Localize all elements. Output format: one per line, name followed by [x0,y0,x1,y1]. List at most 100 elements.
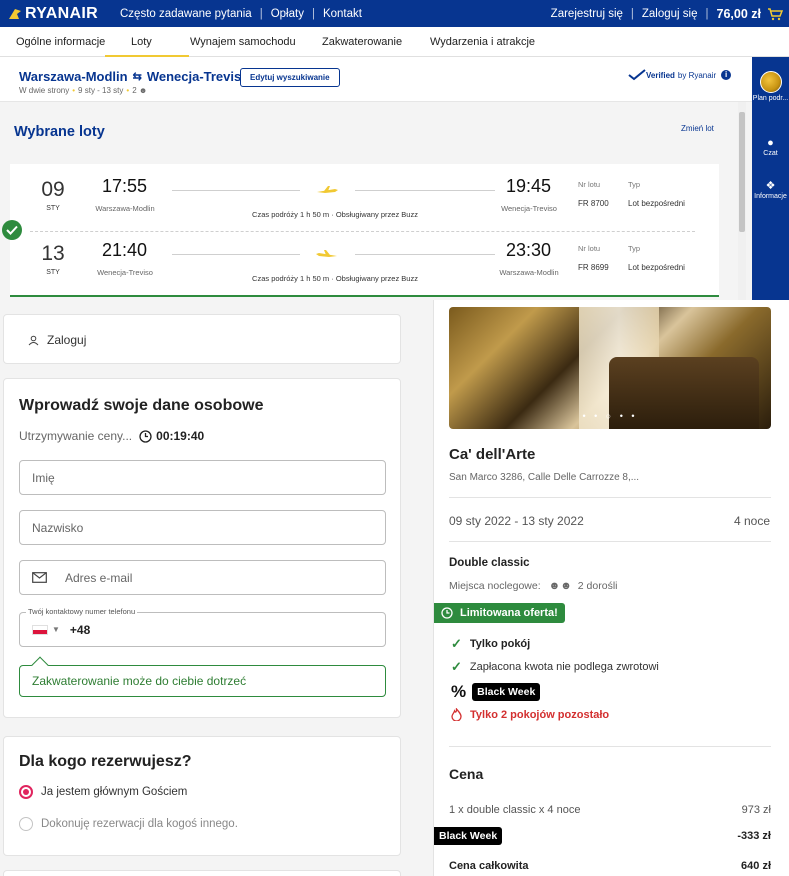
departure-time: 17:55 [102,176,148,196]
hotel-photo[interactable]: • • ○ • • [449,307,771,429]
price-hold-label: Utrzymywanie ceny... [19,429,133,443]
trip-avatar [759,71,782,93]
radio-empty-icon[interactable] [19,817,33,831]
login-panel[interactable]: Zaloguj [3,314,401,364]
accommodation-contact-tip: Zakwaterowanie może do ciebie dotrzeć [19,665,386,697]
departure-time: 21:40 [102,240,148,260]
top-links: Często zadawane pytania | Opłaty | Konta… [120,8,362,20]
divider [449,746,771,747]
arrival-time: 19:45 [506,176,552,196]
scrollbar[interactable] [738,102,746,301]
tab-car-hire[interactable]: Wynajem samochodu [190,36,296,48]
tab-events[interactable]: Wydarzenia i atrakcje [430,36,535,48]
route-line [172,254,300,255]
percent-icon: % [451,682,467,701]
flight-type: Lot bezpośredni [628,263,685,272]
radio-main-guest-label: Ja jestem głównym Gościem [41,786,188,798]
faq-link[interactable]: Często zadawane pytania [120,8,252,20]
trip-plan-button[interactable]: Plan podr... [752,71,789,102]
total-price-line: Cena całkowita 640 zł [449,860,771,872]
selected-check-icon [2,220,22,240]
discount-line: Black Week -333 zł [434,827,771,845]
feature-room-only: ✓ Tylko pokój [451,636,530,652]
chevron-down-icon[interactable]: ▼ [52,625,60,634]
info-icon[interactable]: i [721,70,732,80]
route: Warszawa-Modlin ⇆ Wenecja-Treviso [19,69,249,84]
chat-button[interactable]: ● Czat [752,137,789,157]
poland-flag-icon[interactable] [32,624,48,635]
checkmark-icon: ✓ [451,636,462,651]
flight-type-label: Typ [628,244,641,253]
account-area: Zarejestruj się | Zaloguj się | 76,00 zł [551,7,789,21]
radio-someone-else[interactable]: Dokonuję rezerwacji dla kogoś innego. [19,817,238,831]
top-navigation-bar: RYANAIR Często zadawane pytania | Opłaty… [0,0,789,27]
guests-icon: ☻☻ [548,580,572,592]
first-name-placeholder: Imię [32,470,55,485]
sleeping-places-label: Miejsca noclegowe: [449,580,541,592]
non-refundable-label: Zapłacona kwota nie podlega zwrotowi [469,661,659,673]
booking-for-title: Dla kogo rezerwujesz? [19,753,192,770]
last-name-placeholder: Nazwisko [32,520,84,535]
last-name-input[interactable]: Nazwisko [19,510,386,545]
login-label: Zaloguj [47,333,87,347]
flight-day: 09 [41,178,65,201]
trip-dates: 9 sty - 13 sty [78,86,124,95]
divider: | [630,7,634,20]
side-rail: Plan podr... ● Czat ❖ Informacje [752,57,789,300]
feature-non-refundable: ✓ Zapłacona kwota nie podlega zwrotowi [451,659,659,675]
booking-for-panel: Dla kogo rezerwujesz? Ja jestem głównym … [3,736,401,856]
info-circle-icon: ❖ [765,180,776,192]
tab-flights[interactable]: Loty [131,36,152,48]
price-line: 1 x double classic x 4 noce 973 zł [449,804,771,816]
change-flight-link[interactable]: Zmień lot [681,124,714,133]
room-only-label: Tylko pokój [469,638,531,650]
price-line-value: 973 zł [741,804,771,816]
flight-month: STY [46,205,60,212]
search-summary: Warszawa-Modlin ⇆ Wenecja-Treviso Edytuj… [0,57,752,101]
discount-badge: Black Week [434,827,503,845]
edit-search-button[interactable]: Edytuj wyszukiwanie [240,68,340,87]
phone-prefix: +48 [69,622,91,637]
tab-accommodation[interactable]: Zakwaterowanie [322,36,402,48]
phone-input[interactable]: ▼ +48 [19,612,386,647]
sleeping-places: Miejsca noclegowe: ☻☻ 2 dorośli [449,580,618,592]
separator-dot: • [126,86,130,95]
departure-city: Wenecja-Treviso [97,268,153,277]
contact-link[interactable]: Kontakt [323,8,362,20]
login-row[interactable]: Zaloguj [28,333,86,347]
first-name-input[interactable]: Imię [19,460,386,495]
basket-total[interactable]: 76,00 zł [717,7,761,21]
email-input[interactable]: Adres e-mail [19,560,386,595]
radio-main-guest[interactable]: Ja jestem głównym Gościem [19,785,187,799]
info-button[interactable]: ❖ Informacje [752,179,789,200]
black-week-badge: Black Week [472,683,541,701]
register-link[interactable]: Zarejestruj się [551,8,623,20]
trip-details: W dwie strony • 9 sty - 13 sty • 2 ☻ [19,86,147,95]
trip-plan-label: Plan podr... [752,95,789,102]
next-panel [3,870,401,876]
phone-legend: Twój kontaktowy numer telefonu [26,607,138,616]
tab-general-info[interactable]: Ogólne informacje [16,36,105,48]
envelope-icon [32,572,47,583]
plane-icon [317,186,338,193]
divider [449,541,771,542]
chat-icon: ● [767,137,774,149]
hotel-name: Ca' dell'Arte [449,446,536,463]
radio-selected-icon[interactable] [19,785,33,799]
destination-city: Wenecja-Treviso [146,69,250,84]
scrollbar-thumb[interactable] [739,112,745,232]
divider: | [705,7,709,20]
carousel-dots[interactable]: • • ○ • • [449,411,771,421]
black-week-promo: % Black Week [451,682,541,702]
chat-label: Czat [763,150,778,157]
fees-link[interactable]: Opłaty [271,8,304,20]
verified-by-label: by Ryanair [677,70,717,80]
login-link[interactable]: Zaloguj się [642,8,698,20]
flight-number-label: Nr lotu [578,244,601,253]
cart-icon[interactable] [767,7,783,21]
separator-dot: • [72,86,76,95]
harp-logo-icon [9,8,21,19]
ryanair-logo[interactable]: RYANAIR [0,5,120,23]
price-line-label: 1 x double classic x 4 noce [449,804,581,816]
divider: | [311,7,315,20]
